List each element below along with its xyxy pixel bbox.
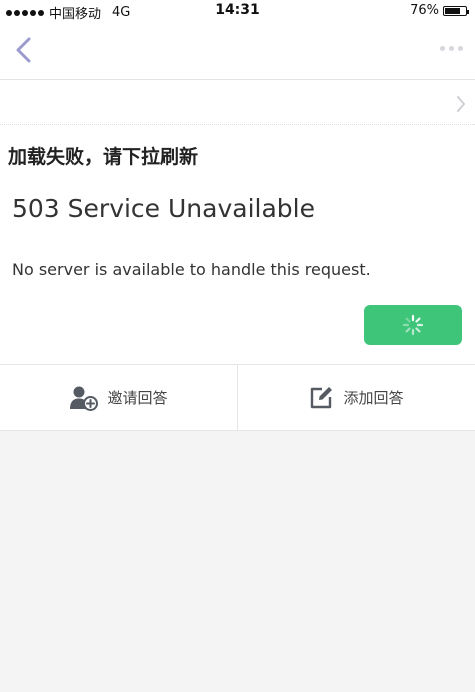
battery-icon: [443, 5, 469, 16]
error-heading: 503 Service Unavailable: [12, 194, 315, 223]
chevron-left-icon[interactable]: [12, 36, 36, 64]
status-bar: 中国移动 4G 14:31 76%: [0, 0, 475, 22]
add-answer-button[interactable]: 添加回答: [238, 365, 475, 430]
more-dots-icon[interactable]: [440, 46, 463, 51]
add-answer-label: 添加回答: [343, 389, 404, 407]
answer-action-bar: 邀请回答 添加回答: [0, 364, 475, 431]
content-panel: 加载失败，请下拉刷新 503 Service Unavailable No se…: [0, 80, 475, 364]
spinner-icon: [402, 314, 424, 336]
status-right: 76%: [410, 3, 469, 18]
status-time: 14:31: [215, 2, 260, 18]
invite-answer-button[interactable]: 邀请回答: [0, 365, 237, 430]
battery-percent: 76%: [410, 3, 439, 18]
loading-button[interactable]: [364, 305, 462, 345]
chevron-right-icon[interactable]: [455, 94, 467, 114]
error-title: 加载失败，请下拉刷新: [8, 146, 199, 168]
invite-answer-label: 邀请回答: [107, 389, 168, 407]
error-message: No server is available to handle this re…: [12, 260, 371, 279]
divider: [0, 124, 475, 125]
empty-area: [0, 431, 475, 692]
battery-level: [445, 7, 461, 14]
invite-user-icon: [70, 386, 99, 411]
nav-bar: [0, 22, 475, 80]
edit-icon: [311, 386, 333, 408]
